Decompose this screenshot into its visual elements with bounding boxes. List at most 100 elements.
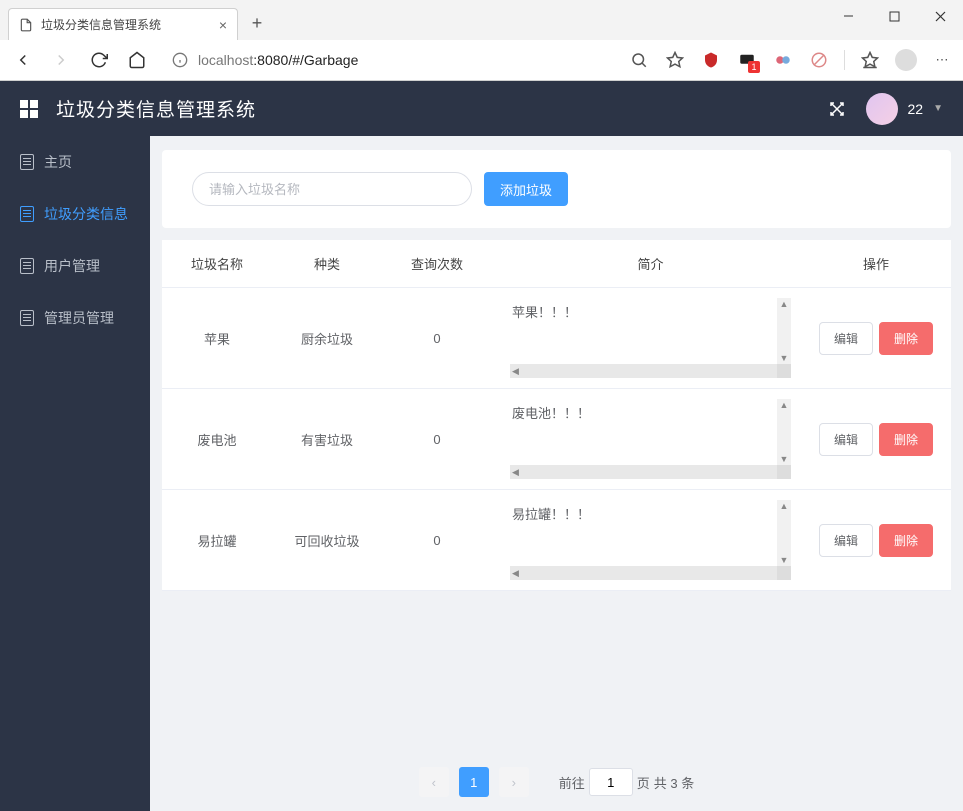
cell-count: 0 (382, 389, 492, 490)
user-name: 22 (908, 101, 924, 117)
main-scroll[interactable]: 添加垃圾 垃圾名称 种类 查询次数 简介 操作 苹果厨余垃圾0苹果！！！▲▼◀▶… (150, 136, 963, 753)
document-icon (20, 310, 34, 326)
scroll-up-icon[interactable]: ▲ (779, 500, 790, 512)
col-actions: 操作 (801, 240, 951, 288)
pagination: ‹ 1 › 前往 页 共 3 条 (150, 753, 963, 811)
cell-type: 厨余垃圾 (272, 288, 382, 389)
delete-button[interactable]: 删除 (879, 423, 933, 456)
add-garbage-button[interactable]: 添加垃圾 (484, 172, 568, 206)
vertical-scrollbar[interactable]: ▲▼ (777, 298, 791, 364)
edit-button[interactable]: 编辑 (819, 322, 873, 355)
edit-button[interactable]: 编辑 (819, 423, 873, 456)
sidebar-item-label: 用户管理 (44, 256, 100, 276)
vertical-scrollbar[interactable]: ▲▼ (777, 500, 791, 566)
horizontal-scrollbar[interactable]: ◀▶ (510, 465, 791, 479)
sidebar: 主页 垃圾分类信息 用户管理 管理员管理 (0, 136, 150, 811)
next-page-button[interactable]: › (499, 767, 529, 797)
chevron-down-icon: ▼ (933, 103, 943, 114)
forward-button[interactable] (48, 47, 74, 73)
back-button[interactable] (10, 47, 36, 73)
search-input[interactable] (192, 172, 472, 206)
delete-button[interactable]: 删除 (879, 524, 933, 557)
scroll-up-icon[interactable]: ▲ (779, 399, 790, 411)
intro-scrollbox[interactable]: 废电池！！！▲▼◀▶ (510, 399, 791, 479)
scroll-down-icon[interactable]: ▼ (779, 554, 790, 566)
maximize-button[interactable] (871, 0, 917, 32)
tab-bar: 垃圾分类信息管理系统 × + (0, 0, 963, 40)
new-tab-button[interactable]: + (242, 8, 272, 38)
cell-count: 0 (382, 288, 492, 389)
scroll-left-icon[interactable]: ◀ (510, 568, 521, 579)
close-window-button[interactable] (917, 0, 963, 32)
window-controls (825, 0, 963, 32)
sidebar-item-label: 主页 (44, 152, 72, 172)
scroll-up-icon[interactable]: ▲ (779, 298, 790, 310)
info-icon[interactable] (172, 52, 188, 68)
fullscreen-icon[interactable] (828, 100, 846, 118)
delete-button[interactable]: 删除 (879, 322, 933, 355)
close-icon[interactable]: × (219, 17, 227, 33)
scroll-left-icon[interactable]: ◀ (510, 366, 521, 377)
app-menu-icon[interactable] (20, 100, 38, 118)
table-row: 废电池有害垃圾0废电池！！！▲▼◀▶编辑删除 (162, 389, 951, 490)
browser-chrome: 垃圾分类信息管理系统 × + localhost:8080/#/Garbage (0, 0, 963, 81)
table-row: 易拉罐可回收垃圾0易拉罐！！！▲▼◀▶编辑删除 (162, 490, 951, 591)
sidebar-item-home[interactable]: 主页 (0, 136, 150, 188)
cell-type: 可回收垃圾 (272, 490, 382, 591)
more-icon[interactable]: ⋯ (931, 49, 953, 71)
toolbar-icons: ⋯ (628, 49, 953, 71)
address-bar: localhost:8080/#/Garbage ⋯ (0, 40, 963, 80)
edit-button[interactable]: 编辑 (819, 524, 873, 557)
url-text: localhost:8080/#/Garbage (198, 52, 358, 68)
prev-page-button[interactable]: ‹ (419, 767, 449, 797)
horizontal-scrollbar[interactable]: ◀▶ (510, 566, 791, 580)
url-field[interactable]: localhost:8080/#/Garbage (162, 45, 616, 75)
cell-name: 废电池 (162, 389, 272, 490)
user-menu[interactable]: 22 ▼ (866, 93, 943, 125)
intro-scrollbox[interactable]: 苹果！！！▲▼◀▶ (510, 298, 791, 378)
goto-page: 前往 页 共 3 条 (559, 768, 695, 796)
goto-prefix: 前往 (559, 773, 585, 792)
scroll-down-icon[interactable]: ▼ (779, 352, 790, 364)
table-row: 苹果厨余垃圾0苹果！！！▲▼◀▶编辑删除 (162, 288, 951, 389)
app-header: 垃圾分类信息管理系统 22 ▼ (0, 81, 963, 136)
url-path: /#/Garbage (288, 52, 358, 68)
main-content: 添加垃圾 垃圾名称 种类 查询次数 简介 操作 苹果厨余垃圾0苹果！！！▲▼◀▶… (150, 136, 963, 811)
document-icon (20, 258, 34, 274)
sidebar-item-garbage[interactable]: 垃圾分类信息 (0, 188, 150, 240)
home-button[interactable] (124, 47, 150, 73)
vertical-scrollbar[interactable]: ▲▼ (777, 399, 791, 465)
cell-actions: 编辑删除 (801, 389, 951, 490)
extension-owl-icon[interactable] (772, 49, 794, 71)
scroll-corner (777, 364, 791, 378)
col-type: 种类 (272, 240, 382, 288)
page-number-button[interactable]: 1 (459, 767, 489, 797)
sidebar-item-admins[interactable]: 管理员管理 (0, 292, 150, 344)
scroll-corner (777, 566, 791, 580)
extension-monitor-icon[interactable] (736, 49, 758, 71)
cell-actions: 编辑删除 (801, 490, 951, 591)
cell-intro: 废电池！！！▲▼◀▶ (492, 389, 801, 490)
profile-avatar-icon[interactable] (895, 49, 917, 71)
scroll-down-icon[interactable]: ▼ (779, 453, 790, 465)
url-port: :8080 (253, 52, 288, 68)
extension-block-icon[interactable] (808, 49, 830, 71)
goto-page-input[interactable] (589, 768, 633, 796)
total-text: 共 3 条 (654, 773, 694, 792)
favorite-icon[interactable] (664, 49, 686, 71)
intro-scrollbox[interactable]: 易拉罐！！！▲▼◀▶ (510, 500, 791, 580)
refresh-button[interactable] (86, 47, 112, 73)
sidebar-item-label: 垃圾分类信息 (44, 204, 128, 224)
cell-count: 0 (382, 490, 492, 591)
extension-shield-icon[interactable] (700, 49, 722, 71)
table-header-row: 垃圾名称 种类 查询次数 简介 操作 (162, 240, 951, 288)
sidebar-item-users[interactable]: 用户管理 (0, 240, 150, 292)
favorites-bar-icon[interactable] (859, 49, 881, 71)
scroll-left-icon[interactable]: ◀ (510, 467, 521, 478)
page-icon (19, 18, 33, 32)
minimize-button[interactable] (825, 0, 871, 32)
horizontal-scrollbar[interactable]: ◀▶ (510, 364, 791, 378)
browser-tab[interactable]: 垃圾分类信息管理系统 × (8, 8, 238, 40)
col-name: 垃圾名称 (162, 240, 272, 288)
search-page-icon[interactable] (628, 49, 650, 71)
